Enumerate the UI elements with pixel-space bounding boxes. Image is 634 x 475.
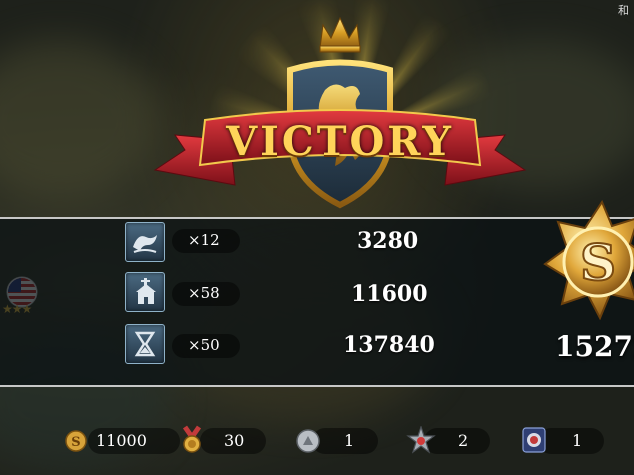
results-panel	[0, 217, 634, 387]
hourglass-icon	[125, 324, 165, 364]
medal-letter: S	[580, 233, 616, 292]
total-score: 15272	[555, 330, 634, 363]
star-emblem-icon	[406, 426, 436, 454]
row-count: ×58	[188, 284, 220, 302]
resource-value: 2	[458, 431, 469, 450]
medal-icon	[182, 425, 202, 453]
row-score: 3280	[357, 228, 419, 254]
resource-value: 1	[344, 431, 355, 450]
row-count: ×50	[188, 336, 220, 354]
resource-value: 30	[224, 431, 245, 450]
crown-icon	[319, 16, 361, 53]
target-card-icon	[522, 427, 546, 453]
row-score: 11600	[351, 281, 428, 307]
resource-value: 11000	[96, 431, 147, 450]
svg-text:S: S	[71, 435, 80, 450]
row-count: ×12	[188, 231, 220, 249]
silver-badge-icon	[296, 429, 320, 453]
wave-icon	[125, 222, 165, 262]
rank-s-medal-icon: S	[543, 200, 634, 320]
corner-glyph: 和	[618, 4, 629, 17]
resource-value: 1	[572, 431, 583, 450]
row-score: 137840	[343, 332, 435, 358]
victory-title: VICTORY	[226, 118, 454, 165]
victory-crest	[153, 16, 527, 209]
church-icon	[125, 272, 165, 312]
coin-icon: S	[65, 430, 87, 452]
